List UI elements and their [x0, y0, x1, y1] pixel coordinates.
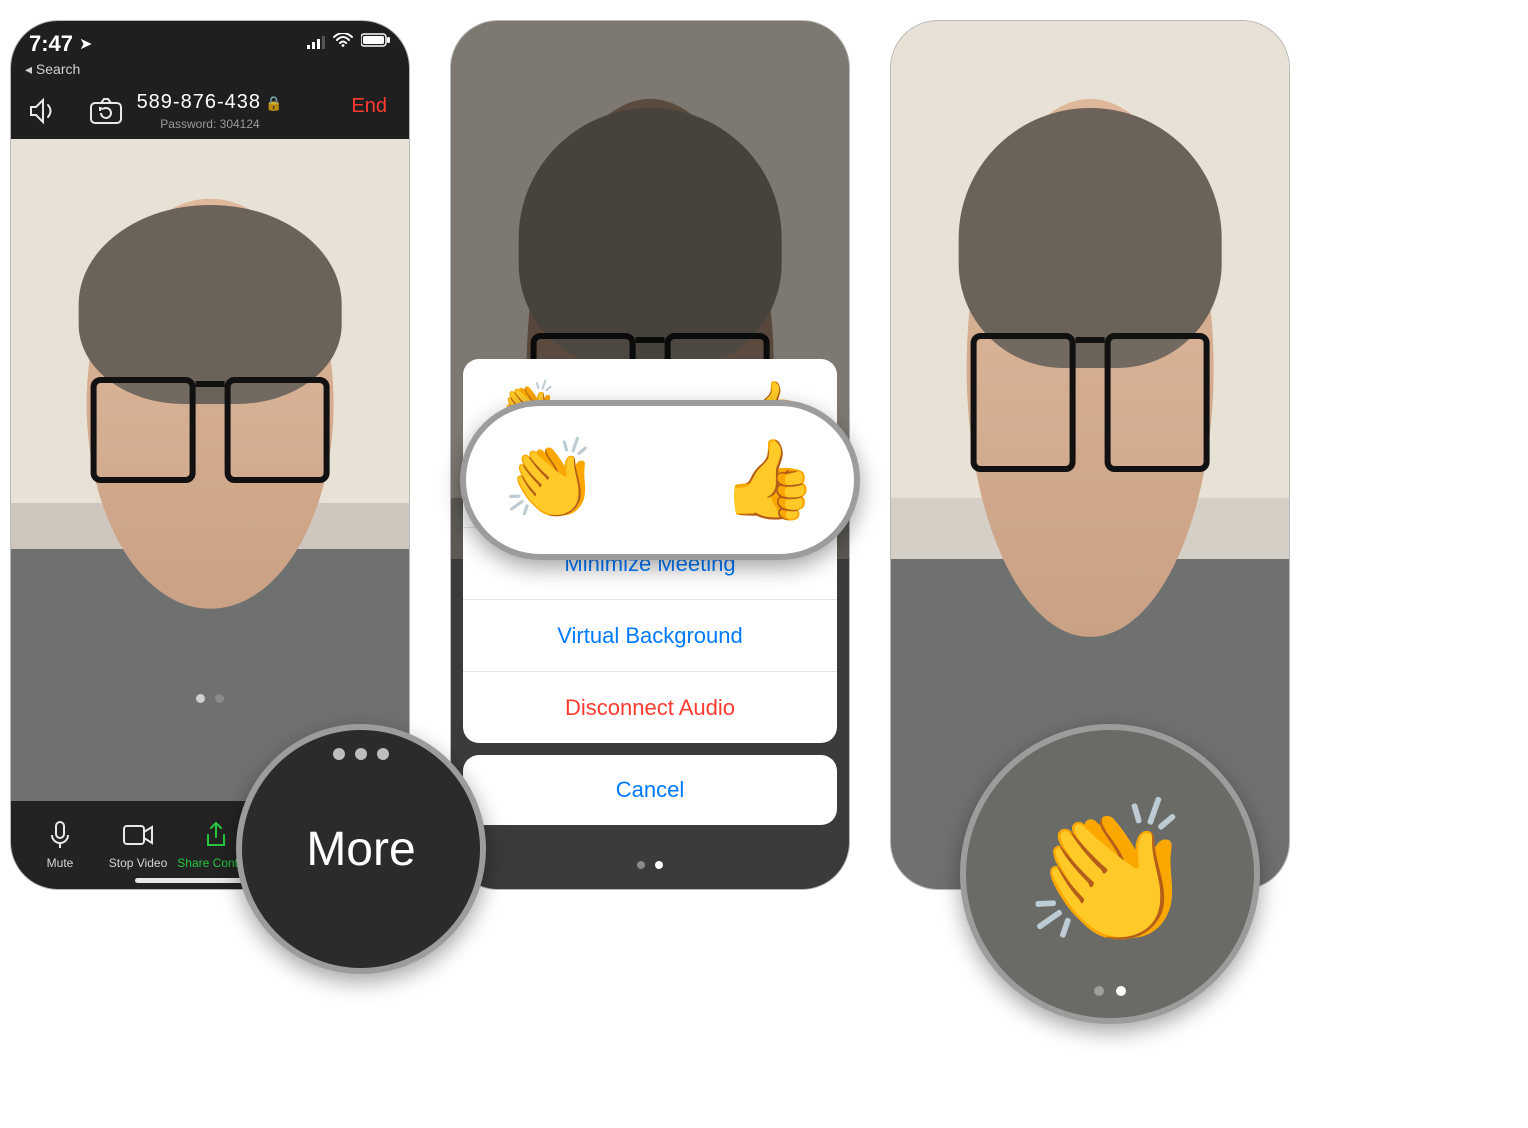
microphone-icon — [21, 820, 99, 850]
page-dots — [196, 694, 224, 703]
meeting-password: Password: 304124 — [11, 117, 409, 131]
back-to-search[interactable]: ◂ Search — [25, 61, 80, 78]
cancel-button[interactable]: Cancel — [463, 755, 837, 825]
callout-clap-reaction: 👏 — [960, 724, 1260, 1024]
callout-more-button: More — [236, 724, 486, 974]
signal-icon — [307, 35, 325, 49]
location-icon: ➤ — [79, 34, 92, 54]
video-icon — [99, 820, 177, 850]
stop-video-button[interactable]: Stop Video — [99, 820, 177, 870]
callout-reaction-row: 👏 👍 — [460, 400, 860, 560]
status-bar-right — [307, 33, 391, 50]
lock-icon: 🔒 — [265, 95, 283, 111]
page-dots — [1094, 986, 1126, 996]
disconnect-audio-option[interactable]: Disconnect Audio — [463, 671, 837, 743]
clap-emoji-large: 👏 — [1023, 792, 1197, 956]
battery-icon — [361, 33, 391, 50]
page-dots — [637, 861, 663, 869]
end-button[interactable]: End — [351, 95, 387, 118]
meeting-id: 589-876-438🔒 — [11, 91, 409, 114]
callout-thumbs-icon: 👍 — [721, 434, 818, 526]
virtual-background-option[interactable]: Virtual Background — [463, 599, 837, 671]
status-time: 7:47 — [29, 31, 73, 57]
callout-clap-icon: 👏 — [502, 434, 599, 526]
status-bar-left: 7:47 ➤ — [29, 31, 92, 57]
zoom-top-bar: 7:47 ➤ ◂ Search — [11, 21, 409, 139]
more-dots-icon — [333, 748, 389, 760]
wifi-icon — [333, 33, 353, 50]
self-video — [11, 139, 409, 801]
mute-button[interactable]: Mute — [21, 820, 99, 870]
